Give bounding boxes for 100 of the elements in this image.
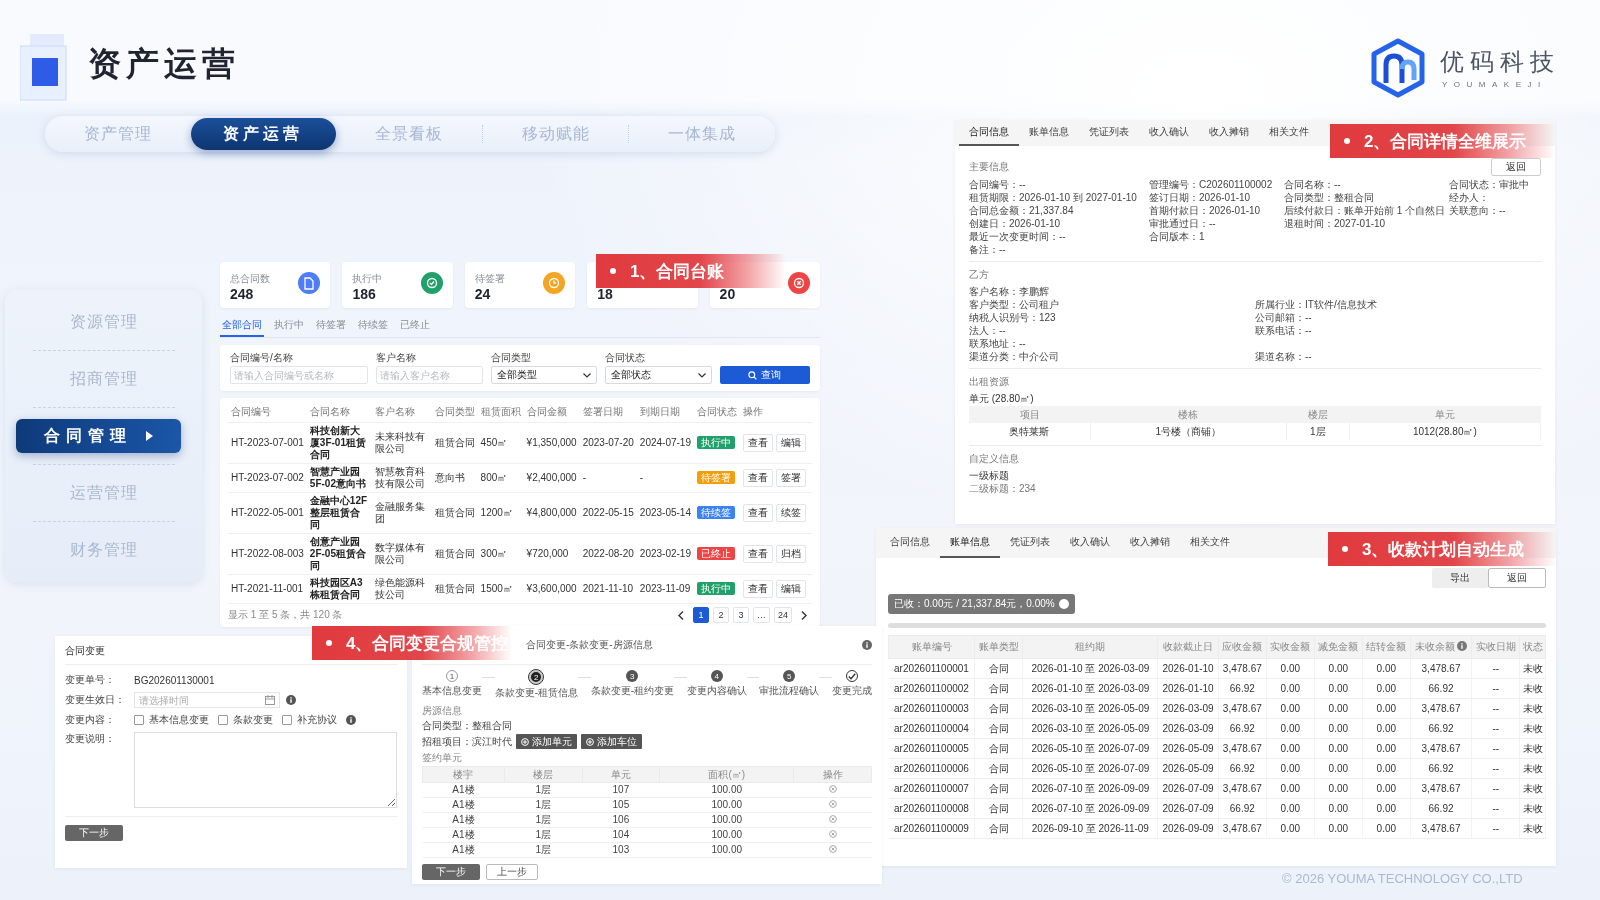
table-cell: A1楼 [422,782,505,798]
add-button[interactable]: 添加单元 [516,734,577,749]
table-cell: 66.92 [1218,678,1267,699]
field-text: 合同编号：-- [969,178,1027,191]
dropdown[interactable]: 全部类型 [490,366,598,384]
tab[interactable]: 凭证列表 [1000,528,1060,558]
table-cell: 2022-05-15 [579,492,637,534]
table-caption: 单元 (28.80㎡) [969,392,1035,406]
table-cell: 意向书 [431,463,478,493]
page-button[interactable]: 3 [733,607,749,623]
field-text: 合同类型：整租合同 [1284,191,1375,204]
dropdown[interactable]: 全部状态 [605,366,712,384]
table-cell: 合同 [974,718,1023,739]
table-cell: 科技创新大厦3F-01租赁合同 [306,422,373,464]
page-button[interactable]: 2 [713,607,729,623]
table-cell: ar202601100002 [888,678,975,699]
tab[interactable]: 合同信息 [880,528,940,558]
chevron-right-icon[interactable] [801,610,807,620]
toolbar-button[interactable]: 导出 [1432,568,1488,588]
stat-value: 18 [597,285,613,303]
search-button[interactable]: 查询 [720,366,810,384]
row-action-button[interactable]: 编辑 [776,434,806,452]
tab[interactable]: 收入摊销 [1199,120,1259,146]
back-button[interactable]: 返回 [1491,158,1541,176]
table-cell: 2026-07-10 至 2026-09-09 [1022,778,1158,799]
tab[interactable]: 凭证列表 [1079,120,1139,146]
tab[interactable]: 相关文件 [1259,120,1319,146]
status-tag: 待签署 [697,471,735,484]
tab[interactable]: 收入摊销 [1120,528,1180,558]
table-cell: A1楼 [422,797,505,813]
page-button[interactable]: … [753,607,770,623]
table-cell: 2026-09-10 至 2026-11-09 [1022,818,1158,839]
row-action-button[interactable]: 续签 [776,504,806,522]
table-cell: HT-2023-07-001 [228,422,307,464]
delete-icon [828,845,837,853]
checkbox[interactable] [134,715,144,725]
row-action-button[interactable]: 归档 [776,545,806,563]
step-marker: 1 [446,670,458,682]
row-action-button[interactable]: 查看 [743,580,773,598]
table-cell: 合同 [974,818,1023,839]
toolbar-button[interactable]: 返回 [1488,568,1546,588]
table-cell: 合同 [974,778,1023,799]
row-action-button[interactable]: 签署 [776,469,806,487]
table-cell: 0.00 [1314,818,1363,839]
chevron-left-icon[interactable] [678,610,684,620]
column-header: 单元 [582,766,660,783]
table-cell: 100.00 [659,812,794,828]
tab[interactable]: 全部合同 [220,315,264,337]
step-button[interactable]: 上一步 [486,864,538,880]
table-cell: 未收 [1519,738,1546,759]
table-cell: 2023-07-20 [579,422,637,464]
tab[interactable]: 账单信息 [940,528,1000,558]
table-cell: A1楼 [422,812,505,828]
input-field[interactable]: 请输入合同编号或名称 [230,366,369,384]
section-title: 签约单元 [422,751,463,764]
table-cell: 2026-05-09 [1157,738,1219,759]
step-label: 变更完成 [831,684,872,698]
tab[interactable]: 收入确认 [1060,528,1120,558]
page-button[interactable]: 1 [693,607,709,623]
callout-title: 3、收款计划自动生成 [1362,538,1525,561]
table-cell: 1层 [504,797,583,813]
tab[interactable]: 合同信息 [959,120,1019,146]
add-button[interactable]: 添加车位 [581,734,642,749]
next-button[interactable]: 下一步 [65,825,123,841]
row-action-button[interactable]: 查看 [743,434,773,452]
table-cell: 租赁合同 [431,533,478,575]
table-cell: 2022-08-20 [579,533,637,575]
table-cell: -- [1471,778,1520,799]
row-action-button[interactable]: 查看 [743,504,773,522]
field-text: 联系地址：-- [969,337,1027,350]
table-cell: 2026-03-10 至 2026-05-09 [1022,698,1158,719]
column-header: 账单类型 [974,635,1023,659]
table-cell: 1层 [504,827,583,843]
tab[interactable]: 账单信息 [1019,120,1079,146]
column-header: 应收金额 [1218,635,1267,659]
table-cell: ar202601100001 [888,658,975,679]
status-tag: 待续签 [697,506,735,519]
row-action-button[interactable]: 编辑 [776,580,806,598]
tab[interactable]: 相关文件 [1180,528,1240,558]
input-field[interactable]: 请输入客户名称 [376,366,483,384]
tab[interactable]: 收入确认 [1139,120,1199,146]
table-cell: 3,478.67 [1410,778,1472,799]
checkbox[interactable] [218,715,228,725]
table-cell: 合同 [974,658,1023,679]
date-field[interactable]: 请选择时间 [134,692,280,708]
table-cell: 合同 [974,738,1023,759]
checkbox[interactable] [282,715,292,725]
step-button[interactable]: 下一步 [422,864,480,880]
table-cell: 107 [582,782,660,798]
table-cell: ¥1,350,000 [523,422,580,464]
row-action-button[interactable]: 查看 [743,469,773,487]
table-cell: 0.00 [1266,718,1315,739]
nav-tab[interactable]: 资产运营 [190,118,337,150]
table-cell: 数字媒体有限公司 [372,533,432,575]
table-cell: ¥2,400,000 [523,463,580,493]
step-label: 条款变更-租约变更 [590,684,674,698]
page-button[interactable]: 24 [774,607,792,623]
row-action-button[interactable]: 查看 [743,545,773,563]
sidebar-item[interactable]: 合同管理 [16,419,181,453]
info-line: 一级标题 [969,469,1010,482]
